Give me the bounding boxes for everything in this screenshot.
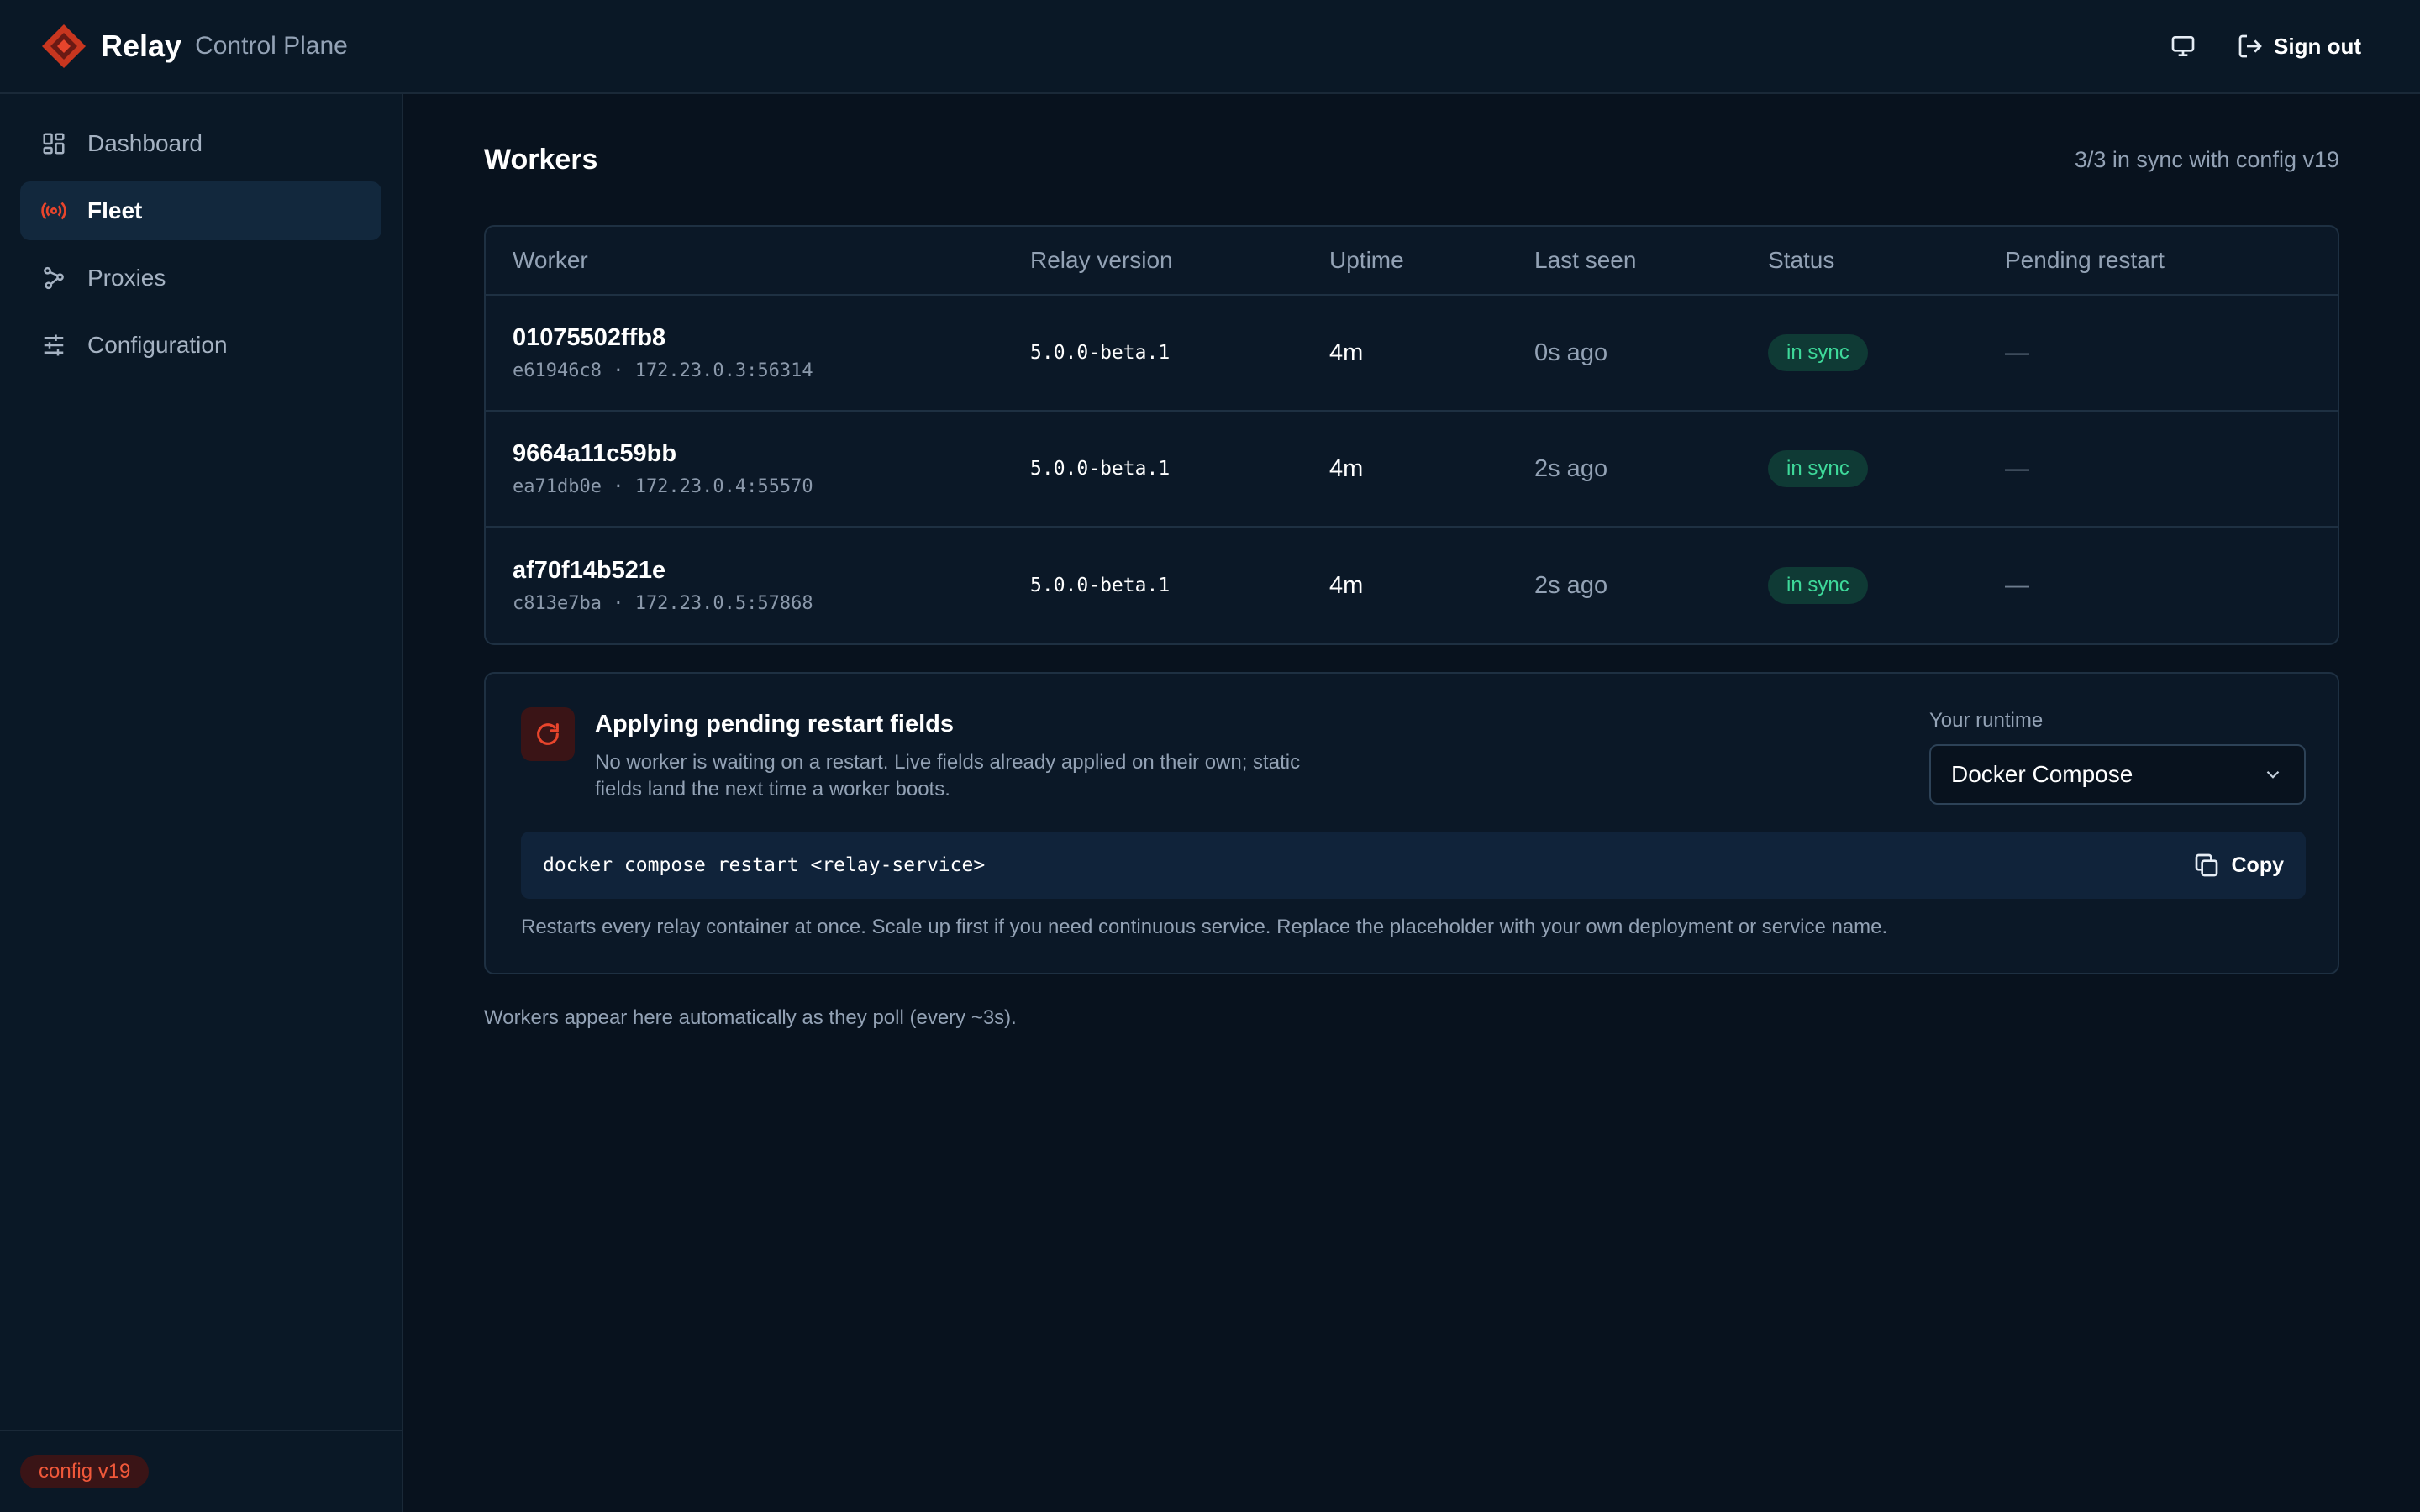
- workers-table: Worker Relay version Uptime Last seen St…: [484, 225, 2339, 645]
- copy-button[interactable]: Copy: [2193, 852, 2285, 879]
- status-badge: in sync: [1768, 450, 1868, 487]
- chevron-down-icon: [2266, 770, 2280, 779]
- sidebar: Dashboard Fleet Proxies Configuration co…: [0, 94, 403, 1512]
- brand-name: Relay: [101, 29, 182, 63]
- sidebar-item-proxies[interactable]: Proxies: [20, 249, 381, 307]
- relay-version: 5.0.0-beta.1: [1030, 342, 1171, 364]
- pending-restart: —: [2005, 454, 2029, 482]
- broadcast-icon: [40, 197, 67, 224]
- restart-icon: [521, 707, 575, 761]
- relay-version: 5.0.0-beta.1: [1030, 458, 1171, 480]
- table-row[interactable]: 01075502ffb8 e61946c8 · 172.23.0.3:56314…: [486, 296, 2338, 412]
- sidebar-item-configuration[interactable]: Configuration: [20, 316, 381, 375]
- column-header-status: Status: [1768, 247, 1835, 273]
- last-seen: 2s ago: [1534, 571, 1608, 599]
- sign-out-button[interactable]: Sign out: [2237, 33, 2361, 60]
- pending-restart: —: [2005, 571, 2029, 599]
- sidebar-item-label: Dashboard: [87, 130, 203, 156]
- runtime-label: Your runtime: [1929, 709, 2044, 732]
- uptime: 4m: [1329, 339, 1364, 366]
- status-badge: in sync: [1768, 567, 1868, 604]
- column-header-last-seen: Last seen: [1534, 247, 1637, 273]
- config-version-badge: config v19: [20, 1455, 150, 1488]
- table-row[interactable]: 9664a11c59bb ea71db0e · 172.23.0.4:55570…: [486, 412, 2338, 528]
- dashboard-icon: [40, 130, 67, 157]
- uptime: 4m: [1329, 571, 1364, 599]
- network-icon: [40, 265, 67, 291]
- monitor-icon: [2171, 35, 2195, 56]
- sidebar-item-label: Configuration: [87, 332, 228, 358]
- brand-subtitle: Control Plane: [195, 32, 348, 60]
- worker-meta: e61946c8 · 172.23.0.3:56314: [513, 360, 813, 381]
- top-bar: Relay Control Plane Sign out: [0, 0, 2420, 94]
- sync-summary: 3/3 in sync with config v19: [2074, 146, 2339, 172]
- sign-out-label: Sign out: [2274, 33, 2361, 59]
- runtime-select[interactable]: Docker Compose: [1929, 744, 2306, 805]
- restart-description: No worker is waiting on a restart. Live …: [595, 751, 1301, 801]
- relay-version: 5.0.0-beta.1: [1030, 575, 1171, 596]
- main-content: Workers 3/3 in sync with config v19 Work…: [484, 94, 2339, 1030]
- sidebar-item-label: Proxies: [87, 265, 166, 291]
- column-header-pending-restart: Pending restart: [2005, 247, 2165, 273]
- worker-name: 9664a11c59bb: [513, 440, 677, 467]
- copy-icon: [2195, 853, 2217, 877]
- pending-restart: —: [2005, 339, 2029, 366]
- command-box: docker compose restart <relay-service> C…: [521, 832, 2306, 899]
- worker-name: af70f14b521e: [513, 557, 666, 584]
- column-header-uptime: Uptime: [1329, 247, 1404, 273]
- table-header: Worker Relay version Uptime Last seen St…: [486, 227, 2338, 296]
- sign-out-icon: [2238, 34, 2262, 58]
- sidebar-item-label: Fleet: [87, 197, 143, 223]
- page-title: Workers: [484, 143, 598, 176]
- column-header-version: Relay version: [1030, 247, 1173, 273]
- uptime: 4m: [1329, 454, 1364, 482]
- sidebar-item-dashboard[interactable]: Dashboard: [20, 114, 381, 173]
- restart-command[interactable]: docker compose restart <relay-service>: [543, 854, 985, 876]
- last-seen: 0s ago: [1534, 339, 1608, 366]
- last-seen: 2s ago: [1534, 454, 1608, 482]
- sliders-icon: [40, 332, 67, 359]
- sidebar-footer: config v19: [0, 1430, 402, 1512]
- worker-meta: ea71db0e · 172.23.0.4:55570: [513, 476, 813, 497]
- page-header: Workers 3/3 in sync with config v19: [484, 94, 2339, 225]
- worker-meta: c813e7ba · 172.23.0.5:57868: [513, 593, 813, 614]
- display-toggle-button[interactable]: [2163, 26, 2203, 66]
- runtime-selected-value: Docker Compose: [1951, 761, 2133, 787]
- restart-title: Applying pending restart fields: [595, 711, 954, 738]
- column-header-worker: Worker: [513, 247, 588, 273]
- restart-panel: Applying pending restart fields No worke…: [484, 672, 2339, 974]
- brand[interactable]: Relay Control Plane: [40, 23, 348, 70]
- restart-note: Restarts every relay container at once. …: [521, 916, 1888, 938]
- worker-name: 01075502ffb8: [513, 324, 666, 351]
- status-badge: in sync: [1768, 334, 1868, 371]
- relay-logo-icon: [42, 24, 86, 68]
- sidebar-item-fleet[interactable]: Fleet: [20, 181, 381, 240]
- copy-label: Copy: [2231, 853, 2285, 877]
- poll-footnote: Workers appear here automatically as the…: [484, 1006, 1017, 1029]
- table-row[interactable]: af70f14b521e c813e7ba · 172.23.0.5:57868…: [486, 528, 2338, 643]
